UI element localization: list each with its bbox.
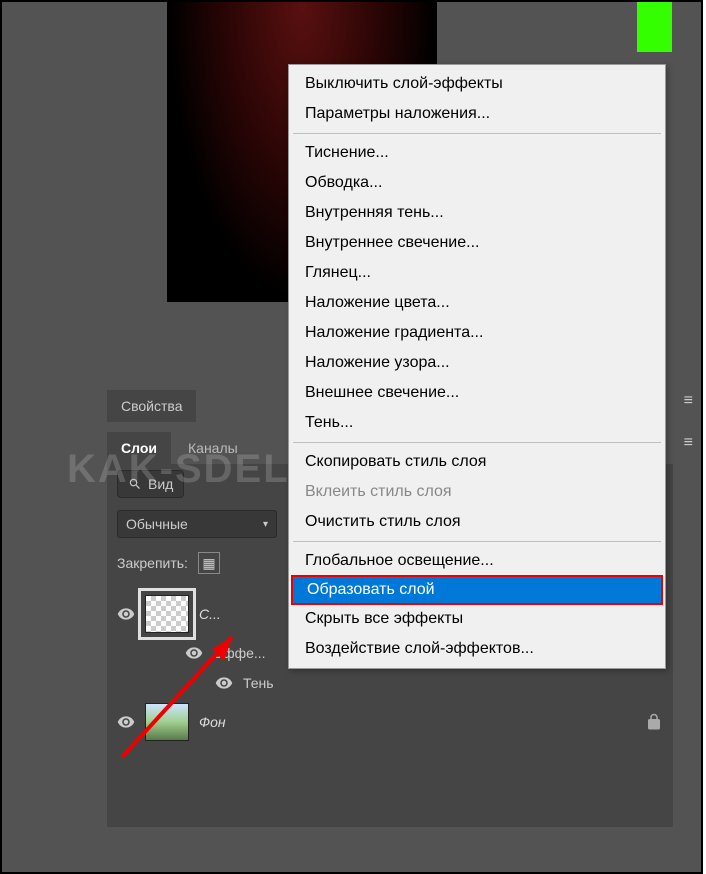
menu-item[interactable]: Внешнее свечение... (291, 378, 663, 408)
visibility-icon[interactable] (117, 713, 135, 731)
layer-name[interactable]: С... (199, 606, 221, 622)
menu-item[interactable]: Глобальное освещение... (291, 546, 663, 576)
panel-menu-icon[interactable]: ≡ (684, 434, 693, 452)
tab-properties[interactable]: Свойства (107, 390, 196, 422)
menu-separator (293, 133, 661, 134)
menu-item[interactable]: Скопировать стиль слоя (291, 447, 663, 477)
layer-thumbnail[interactable] (145, 703, 189, 741)
visibility-icon[interactable] (117, 605, 135, 623)
layer-row[interactable]: Фон (107, 698, 673, 746)
menu-item[interactable]: Очистить стиль слоя (291, 507, 663, 537)
menu-item[interactable]: Образовать слой (291, 575, 663, 605)
tab-layers[interactable]: Слои (107, 432, 171, 464)
effect-name: Тень (243, 675, 274, 691)
panel-menu-icon[interactable]: ≡ (684, 392, 693, 410)
green-indicator (637, 2, 672, 52)
layer-effect-item[interactable]: Тень (107, 668, 673, 698)
menu-item[interactable]: Воздействие слой-эффектов... (291, 634, 663, 664)
layer-thumbnail[interactable] (145, 595, 189, 633)
menu-item[interactable]: Внутренняя тень... (291, 198, 663, 228)
layer-name[interactable]: Фон (199, 714, 226, 730)
menu-item[interactable]: Обводка... (291, 168, 663, 198)
visibility-icon[interactable] (185, 644, 203, 662)
menu-item[interactable]: Параметры наложения... (291, 99, 663, 129)
blend-mode-value: Обычные (126, 516, 188, 532)
menu-item[interactable]: Скрыть все эффекты (291, 604, 663, 634)
visibility-icon[interactable] (215, 674, 233, 692)
menu-item[interactable]: Тень... (291, 408, 663, 438)
menu-item[interactable]: Тиснение... (291, 138, 663, 168)
lock-pixels-button[interactable]: ▦ (198, 552, 220, 574)
app-window: Свойства ≡ Слои Каналы ≡ Вид Обычные ▾ ▾… (0, 0, 703, 874)
menu-item: Вклеить стиль слоя (291, 477, 663, 507)
filter-label: Вид (148, 476, 173, 492)
menu-item[interactable]: Выключить слой-эффекты (291, 69, 663, 99)
menu-item[interactable]: Внутреннее свечение... (291, 228, 663, 258)
effects-label: Эффе... (213, 645, 266, 661)
search-icon (128, 477, 142, 491)
menu-item[interactable]: Наложение градиента... (291, 318, 663, 348)
blend-mode-select[interactable]: Обычные ▾ (117, 510, 277, 538)
chevron-down-icon: ▾ (263, 519, 268, 530)
menu-item[interactable]: Наложение цвета... (291, 288, 663, 318)
tab-channels[interactable]: Каналы (174, 432, 252, 464)
lock-icon (645, 713, 663, 731)
menu-separator (293, 442, 661, 443)
layer-style-context-menu[interactable]: Выключить слой-эффектыПараметры наложени… (288, 64, 666, 669)
lock-label: Закрепить: (117, 555, 188, 571)
menu-item[interactable]: Наложение узора... (291, 348, 663, 378)
layer-filter-kind[interactable]: Вид (117, 470, 184, 498)
menu-item[interactable]: Глянец... (291, 258, 663, 288)
menu-separator (293, 541, 661, 542)
